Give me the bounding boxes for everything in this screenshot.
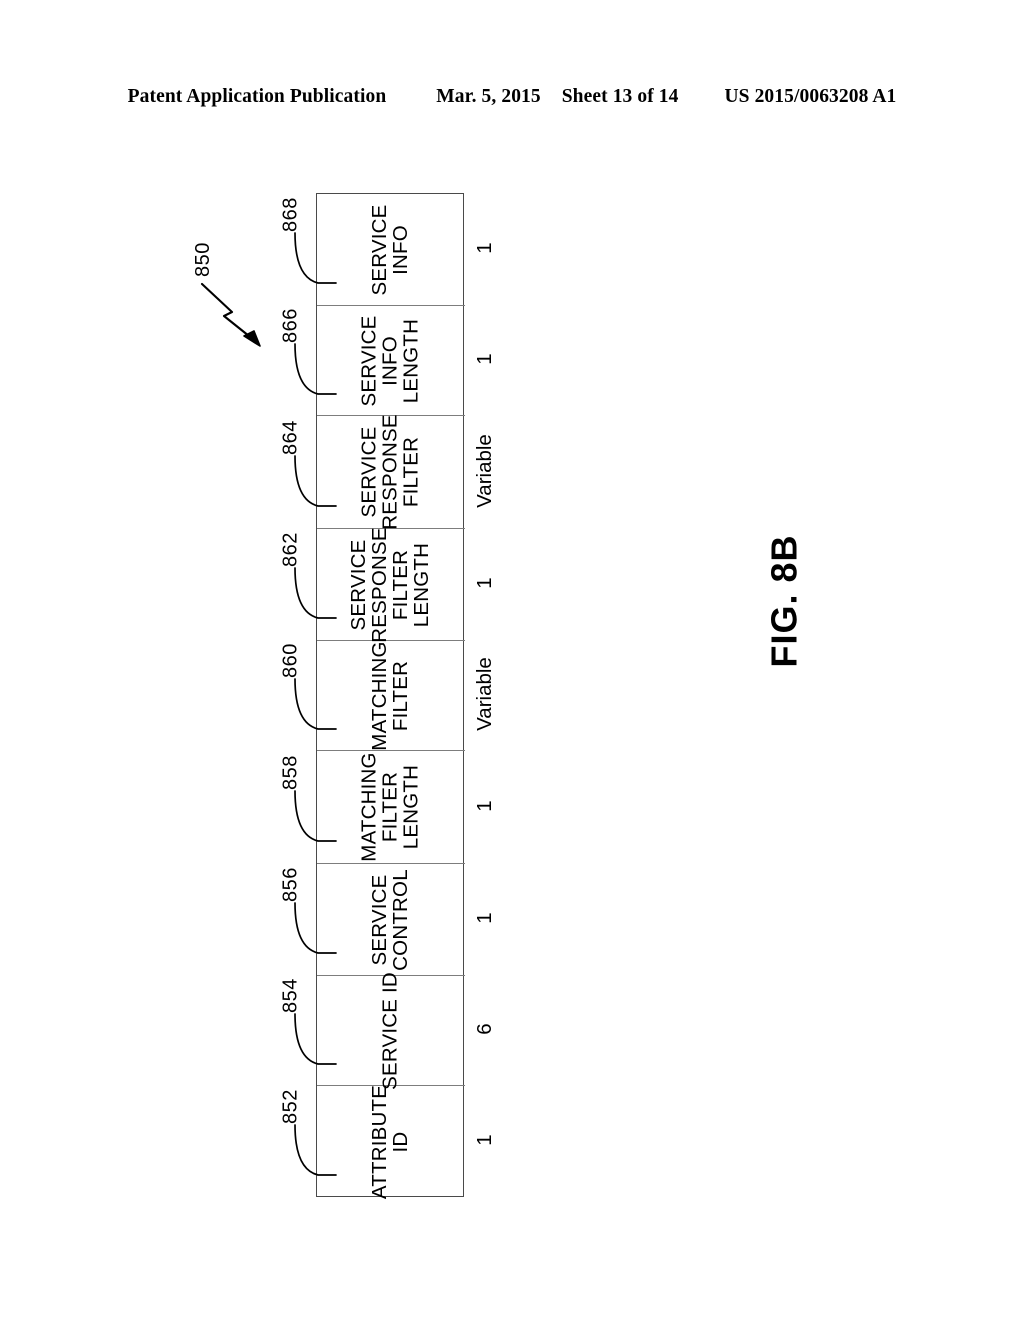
packet-field-label-line: INFO	[389, 224, 412, 275]
packet-field-cell-860: MATCHING FILTER	[317, 641, 465, 751]
reference-numeral-854: 854	[279, 978, 302, 1013]
packet-field-label-line: LENGTH	[399, 318, 423, 403]
packet-field-size-868: 1	[473, 242, 496, 254]
packet-field-label-line: FILTER	[399, 436, 423, 508]
pointer-arrow-850	[200, 282, 261, 347]
packet-field-label-line: SERVICE	[368, 203, 392, 296]
packet-field-label-line: MATCHING	[357, 752, 381, 862]
packet-field-size-856: 1	[473, 912, 496, 924]
packet-field-label-line: FILTER	[389, 660, 412, 731]
packet-field-label-line: SERVICE ID	[378, 971, 402, 1090]
packet-field-label-line: FILTER	[389, 549, 412, 620]
packet-field-size-864: Variable	[473, 433, 496, 508]
packet-field-cell-852: ATTRIBUTE ID	[317, 1084, 465, 1200]
packet-field-label-858: MATCHING FILTER LENGTH	[357, 752, 423, 862]
reference-numeral-868: 868	[279, 197, 302, 232]
packet-field-label-856: SERVICE CONTROL	[368, 868, 412, 971]
packet-field-label-860: MATCHING FILTER	[368, 640, 412, 751]
packet-field-label-line: INFO	[378, 335, 402, 386]
packet-field-label-868: SERVICE INFO	[368, 203, 412, 296]
reference-numeral-856: 856	[279, 867, 302, 902]
packet-field-label-854: SERVICE ID	[378, 971, 402, 1090]
packet-field-label-line: LENGTH	[409, 542, 433, 627]
reference-numeral-850: 850	[191, 242, 214, 277]
packet-field-cell-854: SERVICE ID	[317, 972, 465, 1089]
packet-field-label-line: ID	[389, 1131, 412, 1153]
packet-field-cell-868: SERVICE INFO	[317, 194, 465, 306]
packet-field-size-862: 1	[473, 577, 496, 589]
packet-field-size-860: Variable	[473, 657, 496, 731]
packet-field-label-line: MATCHING	[368, 640, 392, 751]
packet-field-label-line: LENGTH	[399, 764, 423, 850]
reference-numeral-864: 864	[279, 419, 302, 455]
packet-field-label-line: SERVICE	[357, 314, 381, 407]
packet-field-label-line: RESPONSE	[368, 526, 392, 643]
packet-field-cell-856: SERVICE CONTROL	[317, 864, 465, 976]
packet-field-label-line: FILTER	[378, 771, 402, 843]
packet-field-label-line: SERVICE	[347, 538, 371, 631]
packet-structure-table: SERVICE INFO SERVICE INFO LENGTH SERVICE RESPO…	[316, 193, 465, 1200]
reference-numeral-852: 852	[279, 1089, 302, 1124]
packet-field-cell-858: MATCHING FILTER LENGTH	[317, 751, 465, 864]
packet-field-label-line: SERVICE	[357, 426, 381, 518]
reference-numeral-866: 866	[279, 308, 302, 343]
packet-field-size-854: 6	[473, 1023, 496, 1035]
packet-field-size-858: 1	[473, 799, 496, 812]
packet-field-label-line: ATTRIBUTE	[368, 1084, 392, 1200]
packet-field-cell-862: SERVICE RESPONSE FILTER LENGTH	[317, 526, 465, 643]
packet-field-size-866: 1	[473, 353, 496, 365]
reference-numeral-860: 860	[279, 643, 302, 678]
packet-field-label-852: ATTRIBUTE ID	[368, 1084, 412, 1200]
packet-field-cell-864: SERVICE RESPONSE FILTER	[317, 414, 465, 530]
figure-8b: 850 SERVICE INFO SERVICE INFO LENGTH SERVICE R…	[0, 0, 1024, 1320]
reference-numeral-858: 858	[279, 754, 302, 790]
packet-field-cell-866: SERVICE INFO LENGTH	[317, 306, 465, 416]
reference-numeral-862: 862	[279, 532, 302, 567]
packet-field-label-line: SERVICE	[368, 873, 392, 966]
figure-caption: FIG. 8B	[763, 534, 805, 668]
packet-field-label-866: SERVICE INFO LENGTH	[357, 314, 423, 407]
packet-field-size-852: 1	[473, 1134, 496, 1146]
packet-field-label-line: RESPONSE	[378, 414, 402, 530]
packet-field-label-864: SERVICE RESPONSE FILTER	[357, 414, 423, 530]
packet-field-label-862: SERVICE RESPONSE FILTER LENGTH	[347, 526, 433, 643]
packet-field-label-line: CONTROL	[389, 868, 412, 971]
